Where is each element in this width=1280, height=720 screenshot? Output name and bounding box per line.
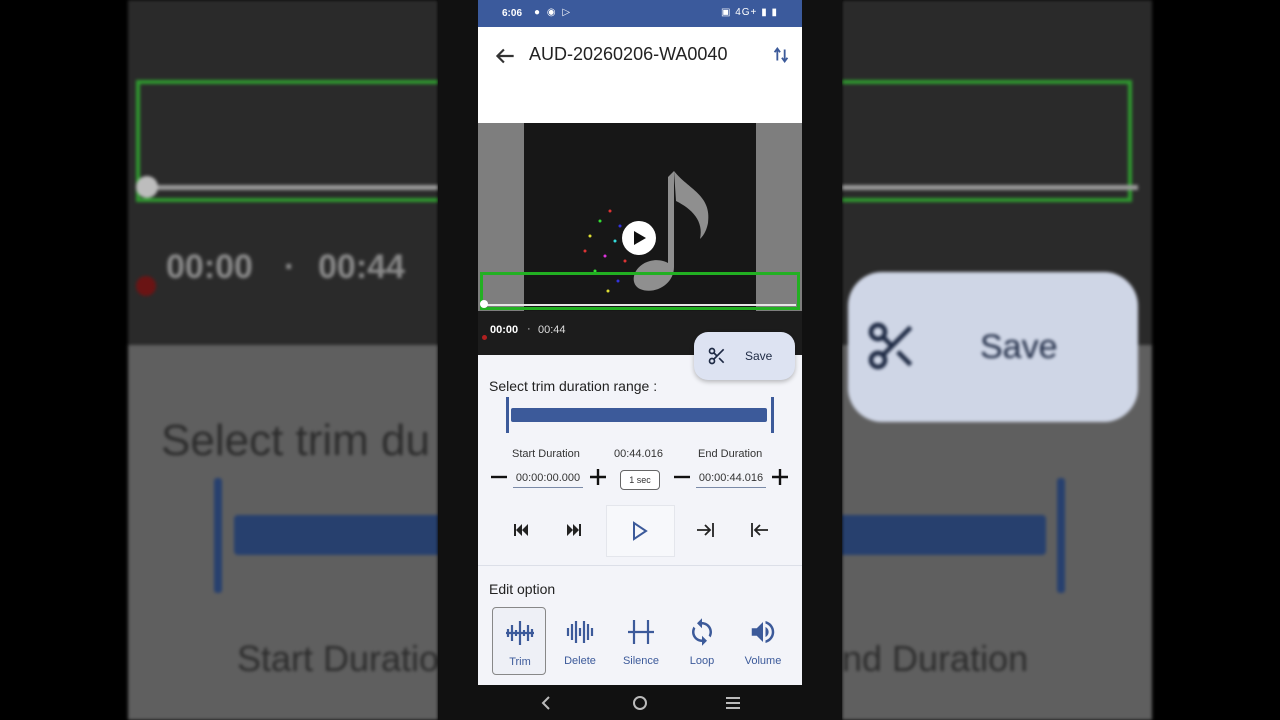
seek-track[interactable]: [484, 304, 796, 306]
app-bar: AUD-20260206-WA0040: [478, 27, 802, 123]
option-label: Volume: [744, 655, 782, 667]
scissors-icon: [708, 347, 725, 365]
bg-time-total: 00:44: [318, 248, 405, 286]
section-divider: [478, 565, 802, 566]
option-label: Trim: [509, 656, 531, 668]
status-time: 6:06: [502, 8, 523, 19]
save-label: Save: [745, 349, 773, 363]
loop-icon: [692, 618, 712, 646]
bg-end-text: nd Duration: [842, 638, 1029, 679]
notification-icons: ● ◉ ▷: [534, 7, 573, 18]
bg-scissors-icon: [868, 322, 913, 370]
swap-vertical-icon[interactable]: [770, 44, 792, 66]
jump-to-end-icon[interactable]: [694, 518, 718, 542]
current-time: 00:00: [490, 324, 519, 336]
play-icon: [634, 231, 646, 245]
time-separator: ·: [527, 323, 531, 335]
start-plus-icon[interactable]: [589, 468, 607, 486]
play-button[interactable]: [622, 221, 656, 255]
start-time-field[interactable]: 00:00:00.000: [513, 472, 583, 488]
option-label: Loop: [689, 655, 715, 667]
end-minus-icon[interactable]: [673, 468, 691, 486]
seek-thumb[interactable]: [480, 300, 488, 308]
trim-range-slider[interactable]: [506, 397, 774, 433]
page-title: AUD-20260206-WA0040: [529, 44, 728, 64]
jump-to-start-icon[interactable]: [747, 518, 771, 542]
edit-option-trim[interactable]: Trim: [492, 607, 546, 675]
background-left: 00:00 · 00:44 Select trim du Start Durat…: [128, 0, 438, 720]
bg-save-box: Save: [848, 272, 1138, 422]
duration-value: 00:44.016: [614, 448, 663, 460]
delete-waveform-icon: [566, 621, 594, 643]
phone-screen: 6:06 ● ◉ ▷ ▣ 4G+ ▮ ▮ AUD-20260206-WA0040: [438, 0, 842, 720]
edit-option-delete[interactable]: Delete: [553, 607, 607, 675]
range-bar: [511, 408, 767, 422]
step-size-button[interactable]: 1 sec: [620, 470, 660, 490]
edit-option-loop[interactable]: Loop: [675, 607, 729, 675]
bg-start-text: Start Duratio: [237, 638, 438, 679]
edit-option-label: Edit option: [489, 581, 556, 597]
record-indicator: [482, 335, 487, 340]
total-time: 00:44: [538, 324, 566, 336]
option-label: Silence: [622, 655, 660, 667]
edit-panel: Save Select trim duration range : Start …: [478, 332, 802, 685]
battery-icon: ▮: [771, 7, 778, 18]
option-label: Delete: [564, 655, 596, 667]
preview-play-button[interactable]: [606, 505, 675, 557]
start-duration-label: Start Duration: [512, 448, 580, 460]
range-start-handle[interactable]: [506, 397, 509, 433]
trim-section-label: Select trim duration range :: [489, 378, 658, 394]
back-arrow-icon[interactable]: [492, 43, 518, 69]
end-plus-icon[interactable]: [771, 468, 789, 486]
range-end-handle[interactable]: [771, 397, 774, 433]
silence-icon: [628, 620, 654, 644]
nav-home-icon[interactable]: [631, 694, 649, 712]
save-button[interactable]: Save: [694, 332, 795, 380]
start-minus-icon[interactable]: [490, 468, 508, 486]
volume-icon: [751, 621, 775, 643]
edit-option-silence[interactable]: Silence: [614, 607, 668, 675]
network-label: 4G+: [735, 7, 758, 18]
skip-previous-icon[interactable]: [509, 518, 533, 542]
edit-option-volume[interactable]: Volume: [736, 607, 790, 675]
cast-icon: ▣: [720, 7, 732, 18]
system-nav-bar: [478, 685, 802, 720]
status-right-icons: ▣ 4G+ ▮ ▮: [721, 7, 778, 18]
bg-trim-text: Select trim du: [161, 416, 430, 465]
signal-icon: ▮: [761, 7, 768, 18]
skip-next-icon[interactable]: [562, 518, 586, 542]
video-preview: 00:00 · 00:44: [478, 123, 802, 355]
background-right: Save nd Duration: [842, 0, 1152, 720]
nav-back-icon[interactable]: [538, 694, 556, 712]
trim-icon: [506, 621, 534, 645]
play-outline-icon: [633, 521, 648, 541]
bg-time-current: 00:00: [166, 248, 253, 286]
status-bar: 6:06 ● ◉ ▷ ▣ 4G+ ▮ ▮: [478, 0, 802, 27]
nav-recents-icon[interactable]: [724, 694, 742, 712]
end-time-field[interactable]: 00:00:44.016: [696, 472, 766, 488]
end-duration-label: End Duration: [698, 448, 763, 460]
bg-selection-frame: [136, 80, 438, 202]
